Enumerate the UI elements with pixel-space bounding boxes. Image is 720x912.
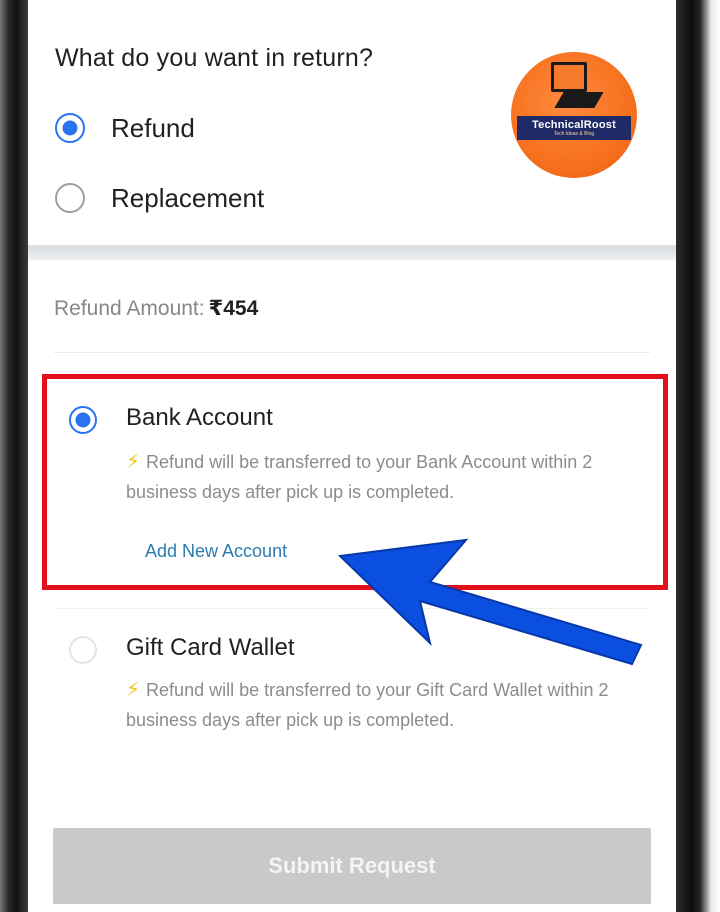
screen: What do you want in return? Refund Repla…	[28, 0, 676, 912]
bank-account-description: ⚡ Refund will be transferred to your Bank…	[126, 447, 636, 507]
option-separator	[54, 608, 650, 609]
section-divider	[28, 246, 676, 260]
gift-card-wallet-description: ⚡ Refund will be transferred to your Gift…	[126, 675, 636, 735]
computer-monitor-icon	[551, 62, 587, 92]
logo-subtext: Tech Ideas & Blog	[553, 130, 595, 137]
bank-account-description-text: Refund will be transferred to your Bank …	[126, 452, 593, 502]
add-new-account-link[interactable]: Add New Account	[145, 541, 287, 562]
option-replacement-label: Replacement	[111, 182, 265, 213]
refund-amount-label: Refund Amount:	[54, 297, 205, 320]
option-replacement[interactable]: Replacement	[55, 178, 264, 218]
radio-gift-card-wallet[interactable]	[69, 636, 97, 664]
return-option-card: What do you want in return? Refund Repla…	[28, 0, 676, 246]
refund-amount: Refund Amount: ₹454	[54, 296, 258, 321]
logo-banner: TechnicalRoost Tech Ideas & Blog	[517, 116, 631, 140]
lightning-icon: ⚡	[126, 451, 141, 473]
gift-card-wallet-description-text: Refund will be transferred to your Gift …	[126, 680, 609, 730]
lightning-icon: ⚡	[126, 679, 141, 701]
radio-replacement[interactable]	[55, 183, 85, 213]
phone-frame-left	[0, 0, 28, 912]
radio-bank-account[interactable]	[69, 406, 97, 434]
divider-line	[54, 352, 650, 353]
submit-request-button[interactable]: Submit Request	[53, 828, 651, 904]
bank-account-title[interactable]: Bank Account	[126, 404, 273, 432]
refund-amount-value: ₹454	[208, 297, 259, 320]
section-title: What do you want in return?	[55, 44, 374, 72]
channel-logo: TechnicalRoost Tech Ideas & Blog	[511, 52, 637, 178]
logo-text: TechnicalRoost	[532, 118, 616, 131]
option-refund[interactable]: Refund	[55, 108, 195, 148]
radio-refund[interactable]	[55, 113, 85, 143]
gift-card-wallet-title[interactable]: Gift Card Wallet	[126, 634, 294, 662]
option-refund-label: Refund	[111, 112, 195, 143]
monitor-stand-icon	[554, 92, 604, 108]
phone-frame-right	[676, 0, 720, 912]
